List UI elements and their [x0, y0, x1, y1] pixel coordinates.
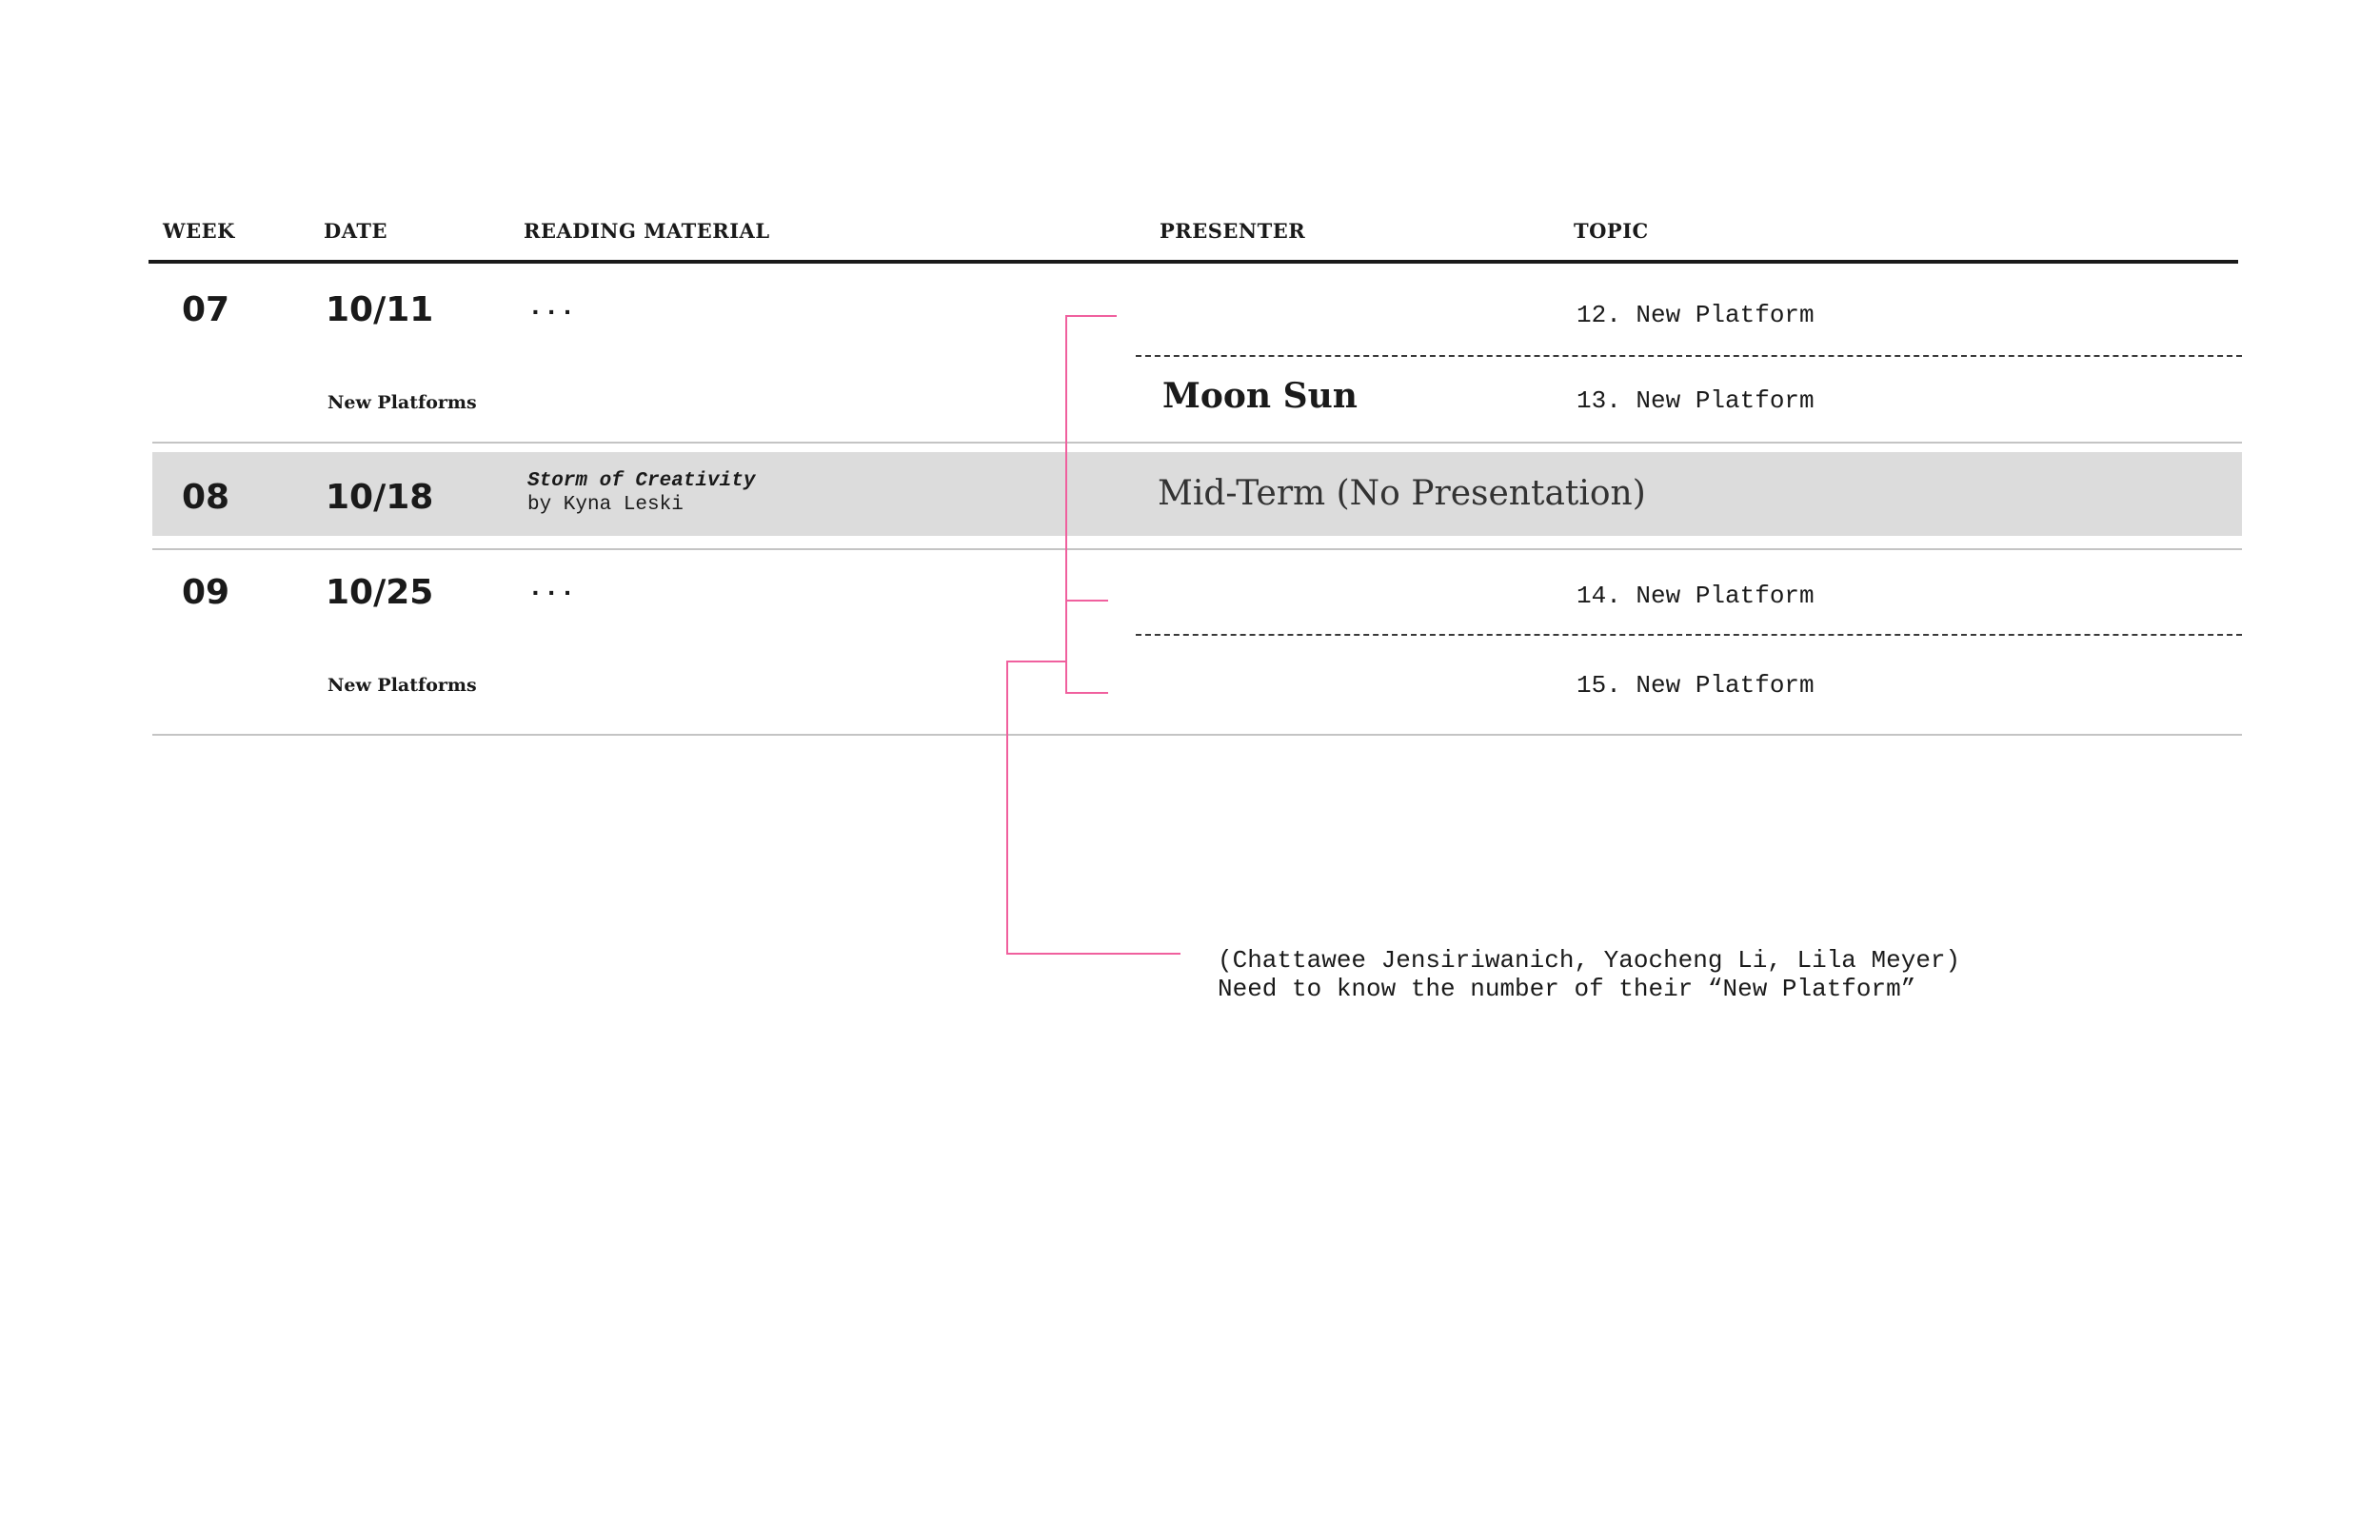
- annotation-note-line-1: (Chattawee Jensiriwanich, Yaocheng Li, L…: [1218, 946, 1961, 975]
- annotation-bracket-lines: [1006, 315, 1180, 955]
- annotation-bracket: [1006, 315, 1180, 955]
- annotation-note-line-2: Need to know the number of their “New Pl…: [1218, 975, 1916, 1003]
- bracket-leader: [1006, 661, 1180, 955]
- bracket-main: [1065, 315, 1117, 694]
